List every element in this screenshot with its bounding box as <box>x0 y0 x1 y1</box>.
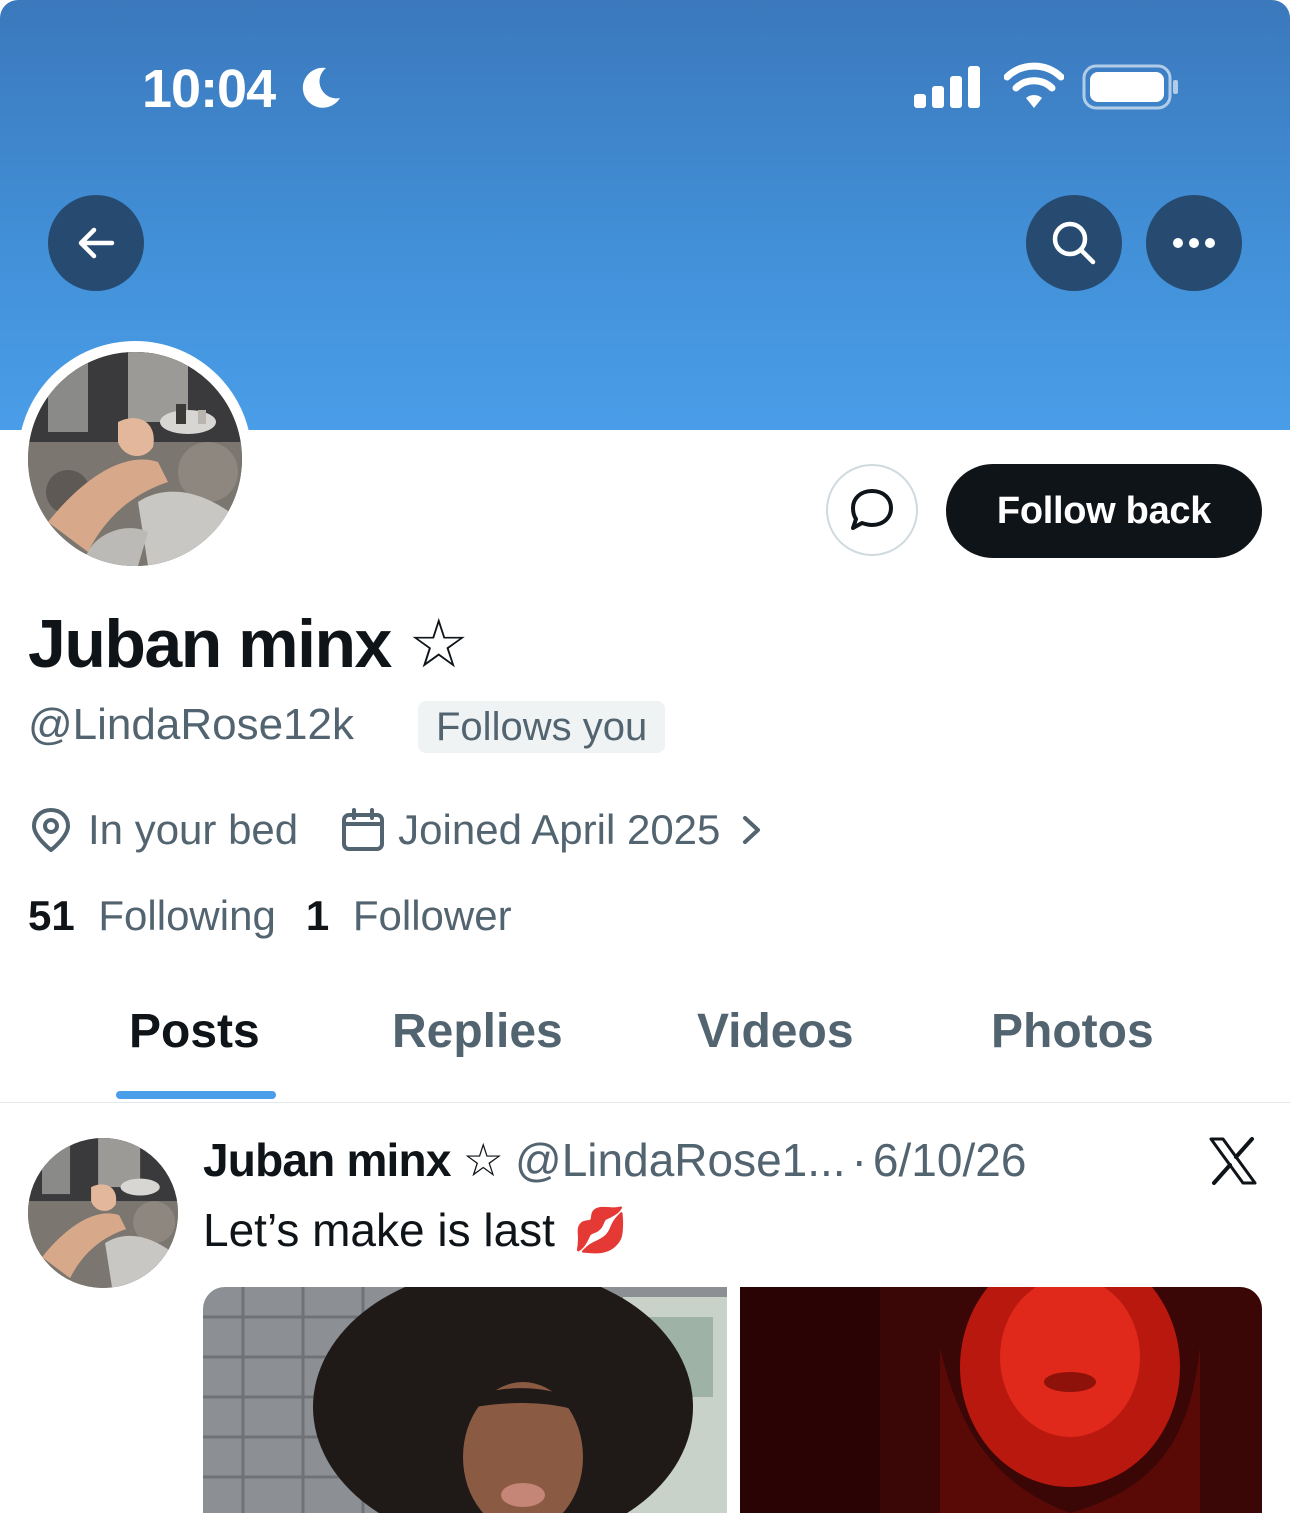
tab-videos[interactable]: Videos <box>697 1004 854 1059</box>
x-logo-icon[interactable] <box>1208 1137 1258 1185</box>
message-button[interactable] <box>826 464 918 556</box>
message-icon <box>851 489 893 530</box>
back-button[interactable] <box>48 195 144 291</box>
post-text: Let’s make is last 💋 <box>203 1203 628 1257</box>
status-bar: 10:04 <box>0 0 1290 180</box>
post-photo-2 <box>740 1287 1262 1513</box>
profile-meta: In your bed Joined April 2025 <box>28 800 766 860</box>
profile-tabs: Posts Replies Videos Photos <box>0 990 1290 1103</box>
battery-icon <box>1082 64 1178 110</box>
following-count: 51 <box>28 892 75 939</box>
followers-label: Follower <box>352 892 512 939</box>
post-media-2[interactable] <box>740 1287 1262 1513</box>
post-body: Let’s make is last <box>203 1204 555 1256</box>
post-avatar-photo <box>28 1138 178 1288</box>
followers-count: 1 <box>305 892 330 939</box>
wifi-icon <box>1004 62 1064 108</box>
following-link[interactable]: 51 Following <box>28 892 276 940</box>
follows-you-badge: Follows you <box>418 701 666 753</box>
status-time: 10:04 <box>142 59 276 119</box>
moon-icon <box>302 67 340 108</box>
location-text: In your bed <box>88 806 299 853</box>
post-media-1[interactable] <box>203 1287 727 1513</box>
profile-handle: @LindaRose12k <box>28 700 354 749</box>
cellular-signal-icon <box>914 66 980 108</box>
following-label: Following <box>98 892 276 939</box>
post-author-avatar[interactable] <box>28 1138 178 1288</box>
post-date[interactable]: 6/10/26 <box>873 1133 1026 1187</box>
post-author-name[interactable]: Juban minx ☆ <box>203 1133 504 1187</box>
tab-posts[interactable]: Posts <box>129 1004 260 1059</box>
follow-stats: 51 Following 1 Follower <box>28 892 512 940</box>
display-name: Juban minx ☆ <box>28 606 469 682</box>
profile-avatar[interactable] <box>28 352 242 566</box>
chevron-right-icon[interactable] <box>736 810 766 850</box>
joined-date-link[interactable]: Joined April 2025 <box>398 806 720 854</box>
post-photo-1 <box>203 1287 727 1513</box>
back-arrow-icon <box>78 227 115 259</box>
more-options-button[interactable] <box>1146 195 1242 291</box>
avatar-photo <box>28 352 242 566</box>
tab-photos[interactable]: Photos <box>991 1004 1154 1059</box>
post-author-handle[interactable]: @LindaRose1... <box>515 1133 846 1187</box>
post-separator: · <box>851 1134 867 1186</box>
kiss-emoji: 💋 <box>572 1206 628 1255</box>
location-pin-icon <box>32 808 70 852</box>
active-tab-indicator <box>116 1091 276 1099</box>
follow-back-button[interactable]: Follow back <box>946 464 1262 558</box>
search-icon <box>1052 221 1096 265</box>
more-icon <box>1173 238 1215 248</box>
calendar-icon <box>342 808 385 851</box>
search-button[interactable] <box>1026 195 1122 291</box>
tab-replies[interactable]: Replies <box>392 1004 563 1059</box>
followers-link[interactable]: 1 Follower <box>306 892 512 940</box>
post-header: Juban minx ☆ @LindaRose1... · 6/10/26 <box>203 1133 1026 1187</box>
